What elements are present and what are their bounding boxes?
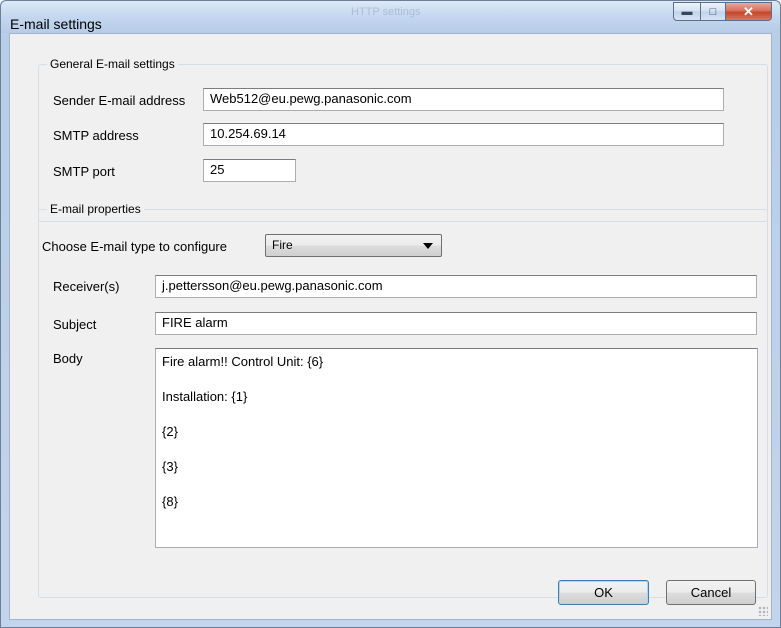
email-type-label: Choose E-mail type to configure <box>42 239 227 254</box>
maximize-icon: □ <box>709 5 717 18</box>
background-window-title: HTTP settings <box>351 6 421 18</box>
title-bar[interactable]: E-mail settings HTTP settings ▬ □ ✕ <box>1 1 780 33</box>
sender-email-field[interactable]: Web512@eu.pewg.panasonic.com <box>203 88 724 111</box>
close-icon: ✕ <box>743 3 754 19</box>
subject-field[interactable]: FIRE alarm <box>155 312 757 335</box>
minimize-icon: ▬ <box>681 5 693 18</box>
resize-grip-icon[interactable] <box>758 606 768 616</box>
smtp-address-field[interactable]: 10.254.69.14 <box>203 123 724 146</box>
general-email-settings-legend: General E-mail settings <box>50 57 175 71</box>
email-properties-legend: E-mail properties <box>50 202 141 216</box>
body-textarea[interactable]: Fire alarm!! Control Unit: {6} Installat… <box>155 348 758 548</box>
body-line: {3} <box>162 459 178 474</box>
ok-button[interactable]: OK <box>558 580 649 605</box>
dialog-client-area: General E-mail settings Sender E-mail ad… <box>9 33 772 620</box>
subject-label: Subject <box>53 317 97 332</box>
receivers-field[interactable]: j.pettersson@eu.pewg.panasonic.com <box>155 275 757 298</box>
smtp-address-label: SMTP address <box>53 128 139 143</box>
body-line: Installation: {1} <box>162 389 248 404</box>
receivers-label: Receiver(s) <box>53 279 120 294</box>
email-settings-window: E-mail settings HTTP settings ▬ □ ✕ Gene… <box>0 0 781 628</box>
close-button[interactable]: ✕ <box>726 2 772 21</box>
window-controls: ▬ □ ✕ <box>673 2 772 21</box>
body-line: {2} <box>162 424 178 439</box>
maximize-button[interactable]: □ <box>700 2 726 21</box>
body-label: Body <box>53 351 83 366</box>
smtp-port-label: SMTP port <box>53 164 115 179</box>
sender-email-label: Sender E-mail address <box>53 93 186 108</box>
body-line: {8} <box>162 494 178 509</box>
email-type-selected: Fire <box>272 238 293 252</box>
chevron-down-icon <box>423 243 433 249</box>
cancel-button[interactable]: Cancel <box>666 580 756 605</box>
smtp-port-field[interactable]: 25 <box>203 159 296 182</box>
body-line: Fire alarm!! Control Unit: {6} <box>162 354 324 369</box>
window-title: E-mail settings <box>10 16 102 32</box>
minimize-button[interactable]: ▬ <box>673 2 700 21</box>
email-type-dropdown[interactable]: Fire <box>265 234 442 257</box>
